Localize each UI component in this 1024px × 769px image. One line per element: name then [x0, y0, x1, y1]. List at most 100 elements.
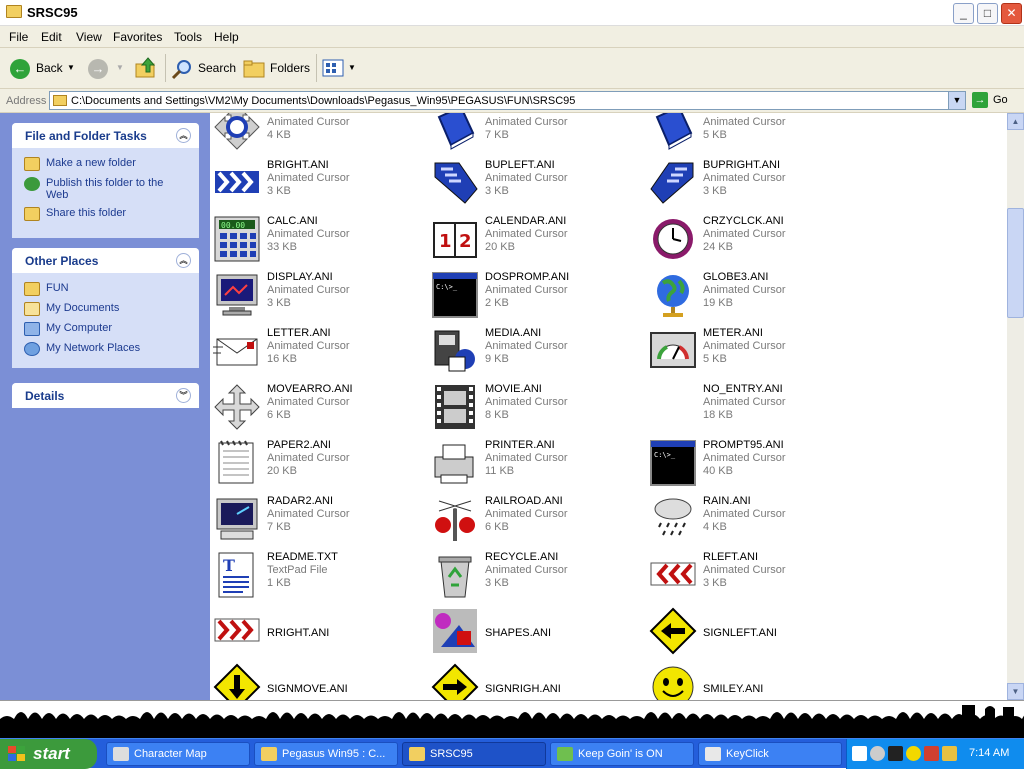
file-item[interactable]: MOVIE.ANI Animated Cursor 8 KB: [428, 383, 646, 439]
file-item[interactable]: SIGNRIGH.ANI: [428, 663, 646, 700]
expand-chevron-icon[interactable]: ︾: [176, 388, 191, 403]
task-srsc95[interactable]: SRSC95: [402, 742, 546, 766]
file-item[interactable]: PRINTER.ANI Animated Cursor 11 KB: [428, 439, 646, 495]
menu-tools[interactable]: Tools: [174, 30, 202, 44]
collapse-chevron-icon[interactable]: ︽: [176, 128, 191, 143]
file-item[interactable]: BOOK.ANIAnimated Cursor7 KB: [428, 113, 646, 159]
file-item[interactable]: BUPLEFT.ANI Animated Cursor 3 KB: [428, 159, 646, 215]
file-name: SIGNRIGH.ANI: [485, 683, 561, 695]
file-item[interactable]: MOVEARRO.ANI Animated Cursor 6 KB: [210, 383, 428, 439]
figure-icon[interactable]: [888, 746, 903, 761]
dos-prompt-icon: C:\>_: [650, 440, 696, 486]
file-size: 4 KB: [703, 521, 727, 533]
file-item[interactable]: MEDIA.ANI Animated Cursor 9 KB: [428, 327, 646, 383]
scroll-up-button[interactable]: ▲: [1007, 113, 1024, 130]
publish-folder-link[interactable]: Publish this folder to the Web: [24, 177, 199, 201]
file-item[interactable]: RAIN.ANI Animated Cursor 4 KB: [646, 495, 864, 551]
file-item[interactable]: 1 2 CALENDAR.ANI Animated Cursor 20 KB: [428, 215, 646, 271]
file-item[interactable]: T README.TXT TextPad File 1 KB: [210, 551, 428, 607]
file-item[interactable]: SHAPES.ANI: [428, 607, 646, 663]
book-icon: [655, 113, 693, 150]
task-keep-goin[interactable]: Keep Goin' is ON: [550, 742, 694, 766]
file-item[interactable]: RADAR2.ANI Animated Cursor 7 KB: [210, 495, 428, 551]
menu-file[interactable]: File: [9, 30, 28, 44]
maximize-button[interactable]: □: [977, 3, 998, 24]
file-item[interactable]: SIGNLEFT.ANI: [646, 607, 864, 663]
dropdown-arrow-icon[interactable]: ▼: [67, 56, 75, 80]
search-button[interactable]: Search: [171, 56, 236, 80]
start-button[interactable]: start: [0, 739, 97, 769]
flag-icon[interactable]: [924, 746, 939, 761]
dropdown-arrow-icon[interactable]: ▼: [116, 56, 124, 80]
folder-icon: [261, 747, 277, 761]
share-folder-link[interactable]: Share this folder: [24, 207, 199, 221]
file-item[interactable]: RLEFT.ANI Animated Cursor 3 KB: [646, 551, 864, 607]
go-button[interactable]: → Go: [972, 92, 1008, 108]
file-name: RLEFT.ANI: [703, 551, 759, 563]
dropdown-arrow-icon[interactable]: ▼: [348, 56, 356, 80]
file-item[interactable]: PAPER2.ANI Animated Cursor 20 KB: [210, 439, 428, 495]
panel-header[interactable]: Details ︾: [12, 383, 199, 408]
collapse-chevron-icon[interactable]: ︽: [176, 253, 191, 268]
file-item[interactable]: BRIGHT.ANI Animated Cursor 3 KB: [210, 159, 428, 215]
place-my-computer-link[interactable]: My Computer: [24, 322, 199, 336]
file-item[interactable]: LETTER.ANI Animated Cursor 16 KB: [210, 327, 428, 383]
menu-favorites[interactable]: Favorites: [113, 30, 162, 44]
panel-header[interactable]: File and Folder Tasks ︽: [12, 123, 199, 148]
file-name: SMILEY.ANI: [703, 683, 764, 695]
address-dropdown-button[interactable]: ▼: [948, 92, 965, 109]
help-icon[interactable]: [852, 746, 867, 761]
file-item[interactable]: BUPRIGHT.ANI Animated Cursor 3 KB: [646, 159, 864, 215]
forward-button[interactable]: → ▼: [86, 56, 126, 80]
minimize-button[interactable]: _: [953, 3, 974, 24]
file-item[interactable]: RRIGHT.ANI: [210, 607, 428, 663]
file-item[interactable]: SMILEY.ANI: [646, 663, 864, 700]
place-fun-link[interactable]: FUN: [24, 282, 199, 296]
views-button[interactable]: ▼: [322, 56, 356, 80]
file-size: 7 KB: [485, 129, 509, 141]
address-value[interactable]: C:\Documents and Settings\VM2\My Documen…: [71, 95, 575, 107]
task-keyclick[interactable]: KeyClick: [698, 742, 842, 766]
file-item[interactable]: RECYCLE.ANI Animated Cursor 3 KB: [428, 551, 646, 607]
diamond-icon[interactable]: [942, 746, 957, 761]
file-item[interactable]: RAILROAD.ANI Animated Cursor 6 KB: [428, 495, 646, 551]
place-my-network-places-link[interactable]: My Network Places: [24, 342, 199, 356]
address-input[interactable]: C:\Documents and Settings\VM2\My Documen…: [49, 91, 966, 110]
sun-icon[interactable]: [906, 746, 921, 761]
back-label: Back: [36, 61, 63, 75]
menu-help[interactable]: Help: [214, 30, 239, 44]
scroll-down-button[interactable]: ▼: [1007, 683, 1024, 700]
file-item[interactable]: GLOBE3.ANI Animated Cursor 19 KB: [646, 271, 864, 327]
file-name: BRIGHT.ANI: [267, 159, 329, 171]
make-new-folder-link[interactable]: Make a new folder: [24, 157, 199, 171]
place-my-documents-link[interactable]: My Documents: [24, 302, 199, 316]
back-circle-icon[interactable]: [870, 746, 885, 761]
menu-edit[interactable]: Edit: [41, 30, 62, 44]
back-button[interactable]: ← Back ▼: [8, 56, 78, 80]
file-item[interactable]: BMOVE.ANIAnimated Cursor4 KB: [210, 113, 428, 159]
task-pegasus-win95[interactable]: Pegasus Win95 : C...: [254, 742, 398, 766]
scroll-thumb[interactable]: [1007, 208, 1024, 318]
new-folder-icon: [24, 157, 40, 171]
file-size: 16 KB: [267, 353, 297, 365]
menu-view[interactable]: View: [76, 30, 102, 44]
file-item[interactable]: 00.00 CALC.ANI Animated Cursor 33 KB: [210, 215, 428, 271]
file-item[interactable]: METER.ANI Animated Cursor 5 KB: [646, 327, 864, 383]
folders-button[interactable]: Folders: [243, 56, 313, 80]
title-bar[interactable]: SRSC95 _ □ ✕: [0, 0, 1024, 26]
close-button[interactable]: ✕: [1001, 3, 1022, 24]
chevrons-upleft-icon: [434, 162, 478, 204]
file-item[interactable]: DISPLAY.ANI Animated Cursor 3 KB: [210, 271, 428, 327]
file-item[interactable]: SIGNMOVE.ANI: [210, 663, 428, 700]
file-item[interactable]: BOOKHELP.ANIAnimated Cursor5 KB: [646, 113, 864, 159]
file-item[interactable]: C:\>_ DOSPROMP.ANI Animated Cursor 2 KB: [428, 271, 646, 327]
file-item[interactable]: NO_ENTRY.ANI Animated Cursor 18 KB: [646, 383, 864, 439]
file-item[interactable]: CRZYCLCK.ANI Animated Cursor 24 KB: [646, 215, 864, 271]
file-size: 6 KB: [267, 409, 291, 421]
panel-header[interactable]: Other Places ︽: [12, 248, 199, 273]
vertical-scrollbar[interactable]: ▲ ▼: [1007, 113, 1024, 700]
task-character-map[interactable]: Character Map: [106, 742, 250, 766]
blank-icon: [649, 383, 697, 431]
up-folder-button[interactable]: [134, 56, 160, 80]
file-item[interactable]: C:\>_ PROMPT95.ANI Animated Cursor 40 KB: [646, 439, 864, 495]
